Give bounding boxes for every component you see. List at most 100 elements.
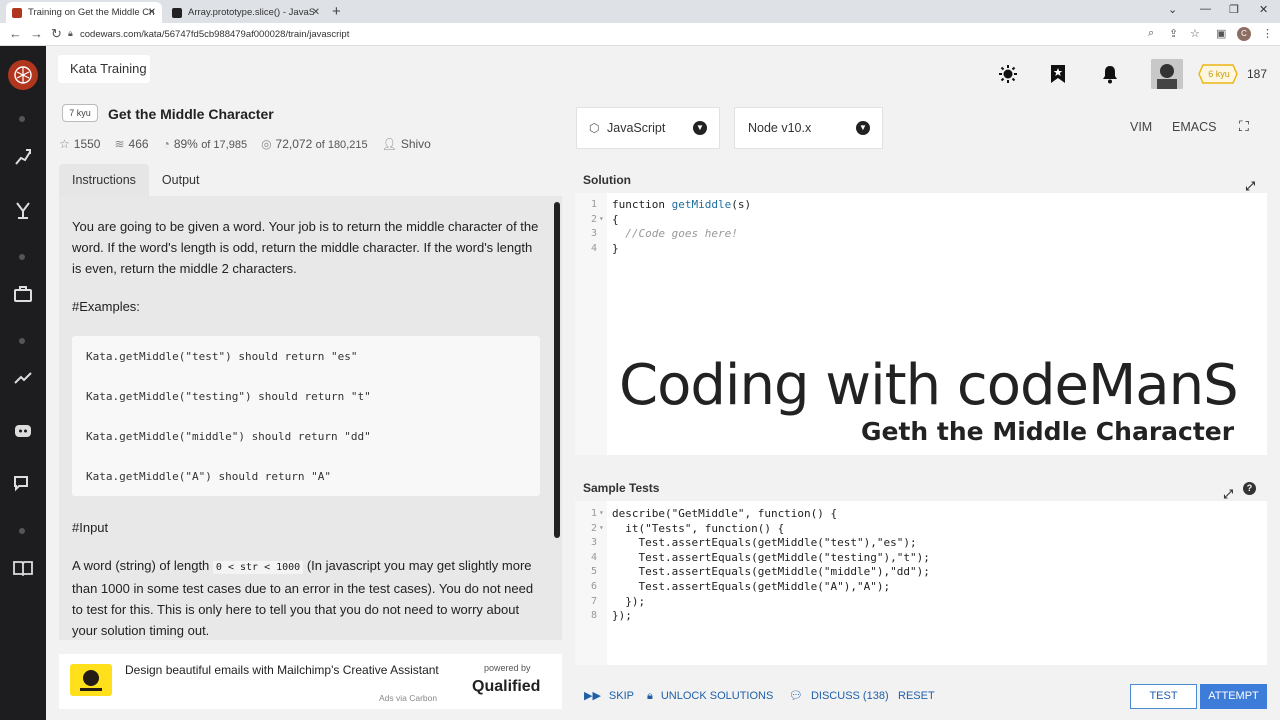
sample-tests-title: Sample Tests <box>583 481 660 495</box>
sample-tests-editor[interactable]: 1 2 3 4 5 6 7 8 ▾ ▾ describe("GetMiddle"… <box>575 501 1267 665</box>
trending-icon[interactable] <box>12 367 34 389</box>
test-button[interactable]: TEST <box>1130 684 1197 709</box>
user-avatar-image <box>1151 59 1183 89</box>
stack-icon: ≋ <box>114 137 125 151</box>
minimize-icon[interactable]: — <box>1200 3 1211 15</box>
sidebar-separator <box>19 254 25 260</box>
ads-via-carbon[interactable]: Ads via Carbon <box>379 693 437 703</box>
docs-book-icon[interactable] <box>12 557 34 579</box>
chevron-down-icon: ▼ <box>693 121 707 135</box>
line-number: 5 <box>590 566 597 578</box>
skip-button[interactable]: ▶▶ SKIP <box>584 683 634 709</box>
tab-instructions[interactable]: Instructions <box>59 164 149 196</box>
share-icon[interactable]: ⇪ <box>1169 27 1178 40</box>
version-select[interactable]: Node v10.x ▼ <box>734 107 883 149</box>
practice-icon[interactable] <box>12 199 34 221</box>
code-line: Test.assertEquals(getMiddle("middle"),"d… <box>612 565 930 579</box>
tab-title: Training on Get the Middle Chara <box>28 7 154 18</box>
unlock-solutions-button[interactable]: 🔒︎ UNLOCK SOLUTIONS <box>647 683 773 709</box>
discord-icon[interactable] <box>12 420 34 442</box>
carbon-ad[interactable]: Design beautiful emails with Mailchimp's… <box>59 654 562 709</box>
discuss-button[interactable]: 💬︎ DISCUSS (138) <box>789 683 889 709</box>
codewars-logo[interactable] <box>8 60 38 90</box>
zoom-icon[interactable]: ⌕ <box>1148 27 1154 40</box>
example-line: Kata.getMiddle("testing") should return … <box>86 390 371 403</box>
url-field[interactable]: codewars.com/kata/56747fd5cb988479af0000… <box>80 29 349 40</box>
example-line: Kata.getMiddle("A") should return "A" <box>86 470 332 483</box>
forward-icon[interactable]: → <box>30 26 43 41</box>
sidebar-separator <box>19 528 25 534</box>
kata-title: Get the Middle Character <box>108 106 274 122</box>
stars-stat[interactable]: ☆ 1550 <box>59 137 100 151</box>
browser-tab-mdn[interactable]: Array.prototype.slice() - JavaScrip ✕ <box>166 2 326 23</box>
fold-arrow-icon[interactable]: ▾ <box>599 214 607 223</box>
line-number: 4 <box>590 551 597 563</box>
fullscreen-icon[interactable]: ⛶ <box>1239 118 1249 135</box>
code-comment: //Code goes here! <box>612 227 738 240</box>
codewars-favicon-icon <box>12 7 22 18</box>
back-icon[interactable]: ← <box>9 26 22 41</box>
code-line: it("Tests", function() { <box>612 521 785 535</box>
tab-close-icon[interactable]: ✕ <box>148 7 156 18</box>
code-line: { <box>612 212 619 226</box>
line-number: 7 <box>590 595 597 607</box>
ad-text[interactable]: Design beautiful emails with Mailchimp's… <box>125 663 439 677</box>
browser-tab-bar: Training on Get the Middle Chara ✕ Array… <box>0 0 1280 23</box>
example-line: Kata.getMiddle("test") should return "es… <box>86 350 358 363</box>
browser-menu-icon[interactable]: ⋮ <box>1262 27 1273 40</box>
language-select[interactable]: ⬡ JavaScript ▼ <box>576 107 720 149</box>
restore-icon[interactable]: ❐ <box>1229 3 1239 16</box>
lock-icon: 🔒︎ <box>647 690 653 702</box>
notifications-bell-icon[interactable] <box>1100 64 1120 84</box>
fold-arrow-icon[interactable]: ▾ <box>599 508 607 517</box>
qualified-logo[interactable]: Qualified <box>472 678 540 696</box>
new-tab-button[interactable]: + <box>332 3 341 20</box>
code-line: function getMiddle(s) <box>612 198 752 211</box>
profile-avatar[interactable]: C <box>1237 27 1251 41</box>
chevron-down-icon: ▼ <box>856 121 870 135</box>
kata-rank-badge: 7 kyu <box>62 104 98 122</box>
side-panel-icon[interactable]: ▣ <box>1216 27 1226 40</box>
solution-header: Solution ⤢ <box>575 167 1267 193</box>
help-icon[interactable]: ? <box>1243 482 1256 495</box>
examples-code-block: Kata.getMiddle("test") should return "es… <box>72 336 540 496</box>
instructions-scrollbar[interactable] <box>554 202 560 538</box>
input-heading: #Input <box>72 520 109 535</box>
tab-search-icon[interactable]: ⌄ <box>1168 3 1177 16</box>
bookmark-star-icon[interactable]: ☆ <box>1190 27 1200 40</box>
user-avatar[interactable] <box>1151 59 1183 89</box>
vim-mode-button[interactable]: VIM <box>1130 120 1152 134</box>
example-line: Kata.getMiddle("middle") should return "… <box>86 430 371 443</box>
tab-output[interactable]: Output <box>149 164 213 196</box>
attempt-button[interactable]: ATTEMPT <box>1200 684 1267 709</box>
mailchimp-icon <box>80 670 102 691</box>
theme-sun-icon[interactable] <box>998 64 1018 84</box>
input-paragraph: A word (string) of length 0 < str < 1000… <box>72 558 534 638</box>
collections-stat[interactable]: ≋ 466 <box>114 137 148 151</box>
training-icon[interactable] <box>12 146 34 168</box>
reload-icon[interactable]: ↻ <box>51 26 62 42</box>
code-line: Test.assertEquals(getMiddle("testing"),"… <box>612 550 930 564</box>
rank-badge-label: 6 kyu <box>1208 69 1230 79</box>
line-number: 1 <box>590 508 597 519</box>
line-number: 6 <box>590 581 597 592</box>
bookmark-icon[interactable] <box>1048 64 1068 84</box>
codewars-logo-icon <box>14 66 32 84</box>
solution-editor[interactable]: 1 2 3 4 ▾ function getMiddle(s) { //Code… <box>575 193 1267 455</box>
line-number: 1 <box>590 199 597 210</box>
target-icon: ◎ <box>261 137 272 151</box>
tab-close-icon[interactable]: ✕ <box>312 7 320 18</box>
briefcase-icon[interactable] <box>12 283 34 305</box>
browser-tab-active[interactable]: Training on Get the Middle Chara ✕ <box>6 2 162 23</box>
emacs-mode-button[interactable]: EMACS <box>1172 120 1216 134</box>
window-close-icon[interactable]: ✕ <box>1259 3 1268 16</box>
lock-icon: 🔒︎ <box>68 28 73 38</box>
author-stat[interactable]: 👤︎ Shivo <box>382 137 431 151</box>
fold-arrow-icon[interactable]: ▾ <box>599 523 607 532</box>
line-number: 4 <box>590 242 597 254</box>
line-number: 2 <box>590 522 597 534</box>
reset-button[interactable]: RESET <box>898 683 935 709</box>
chat-icon[interactable] <box>12 473 34 495</box>
line-number: 3 <box>590 537 597 549</box>
sidebar-separator <box>19 116 25 122</box>
